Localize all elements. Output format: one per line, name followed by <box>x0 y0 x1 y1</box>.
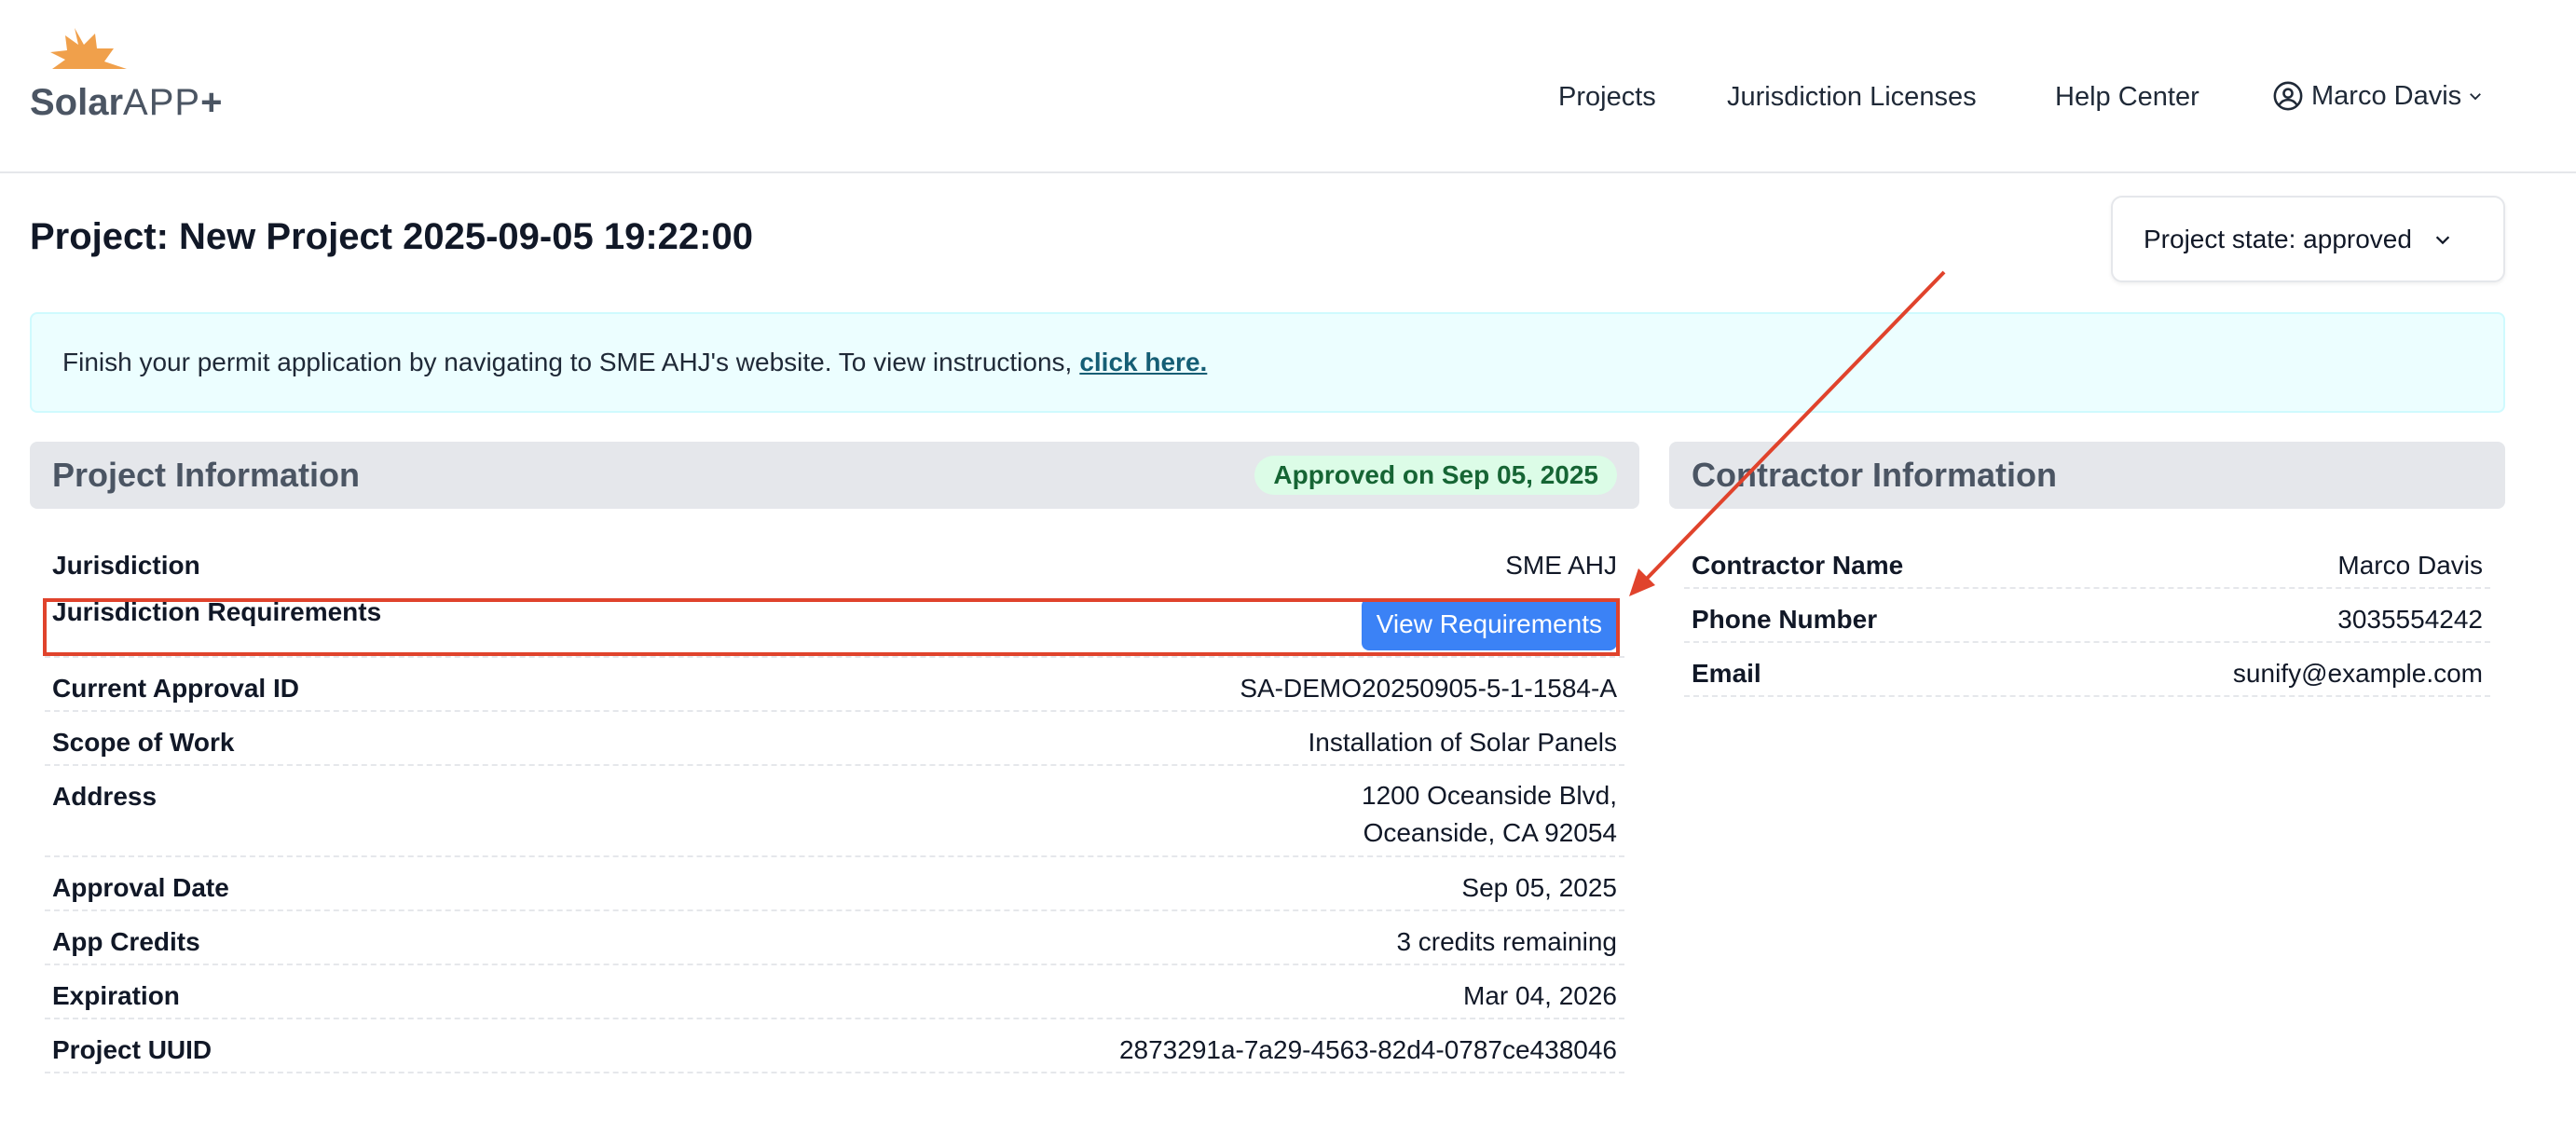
info-label: Jurisdiction Requirements <box>52 597 382 626</box>
logo-wordmark: SolarAPP+ <box>30 82 222 124</box>
logo-product: APP <box>123 82 201 123</box>
user-name: Marco Davis <box>2311 80 2462 111</box>
contractor-information-title: Contractor Information <box>1692 456 2057 494</box>
info-row-jurisdiction-requirements: Jurisdiction Requirements View Requireme… <box>45 589 1624 658</box>
info-row-approval-id: Current Approval ID SA-DEMO20250905-5-1-… <box>45 658 1624 712</box>
info-value: 3035554242 <box>2337 605 2483 634</box>
info-value: Installation of Solar Panels <box>1308 728 1617 757</box>
info-label: Jurisdiction <box>52 551 200 580</box>
nav-help-center-link[interactable]: Help Center <box>2055 82 2199 113</box>
info-value: sunify@example.com <box>2232 659 2483 688</box>
chevron-down-icon <box>2435 235 2450 244</box>
info-label: Approval Date <box>52 873 229 902</box>
info-row-jurisdiction: Jurisdiction SME AHJ <box>45 535 1624 589</box>
view-requirements-button[interactable]: View Requirements <box>1361 598 1617 650</box>
info-value: 1200 Oceanside Blvd, Oceanside, CA 92054 <box>1362 777 1617 852</box>
info-row-contractor-name: Contractor Name Marco Davis <box>1684 535 2490 589</box>
nav-projects-link[interactable]: Projects <box>1558 82 1656 113</box>
project-information-header: Project Information Approved on Sep 05, … <box>30 442 1639 509</box>
contractor-information-header: Contractor Information <box>1669 442 2505 509</box>
address-line-2: Oceanside, CA 92054 <box>1363 818 1617 847</box>
info-value: 3 credits remaining <box>1396 927 1617 956</box>
user-circle-icon <box>2273 81 2303 111</box>
nav-jurisdiction-licenses-link[interactable]: Jurisdiction Licenses <box>1727 82 1977 113</box>
solarapp-logo[interactable]: SolarAPP+ <box>28 28 224 130</box>
info-row-email: Email sunify@example.com <box>1684 643 2490 697</box>
info-row-approval-date: Approval Date Sep 05, 2025 <box>45 857 1624 911</box>
info-row-app-credits: App Credits 3 credits remaining <box>45 911 1624 965</box>
sun-logo-icon <box>50 28 127 69</box>
address-line-1: 1200 Oceanside Blvd, <box>1362 781 1617 810</box>
info-row-expiration: Expiration Mar 04, 2026 <box>45 965 1624 1019</box>
info-row-address: Address 1200 Oceanside Blvd, Oceanside, … <box>45 766 1624 857</box>
click-here-link[interactable]: click here. <box>1079 348 1207 377</box>
info-label: Contractor Name <box>1692 551 1904 580</box>
info-label: Address <box>52 782 158 811</box>
info-label: Scope of Work <box>52 728 235 757</box>
info-label: Email <box>1692 659 1761 688</box>
project-state-dropdown[interactable]: Project state: approved <box>2111 196 2505 282</box>
chevron-down-icon <box>2470 93 2482 101</box>
top-navbar: SolarAPP+ Projects Jurisdiction Licenses… <box>0 0 2576 173</box>
info-value: 2873291a-7a29-4563-82d4-0787ce438046 <box>1118 1035 1617 1064</box>
info-label: Expiration <box>52 981 180 1010</box>
info-label: Phone Number <box>1692 605 1878 634</box>
project-information-list: Jurisdiction SME AHJ Jurisdiction Requir… <box>45 535 1624 1073</box>
approved-status-badge: Approved on Sep 05, 2025 <box>1254 456 1617 495</box>
info-label: App Credits <box>52 927 200 956</box>
page-title: Project: New Project 2025-09-05 19:22:00 <box>30 216 753 257</box>
project-state-label: Project state: approved <box>2144 224 2412 253</box>
permit-instructions-banner: Finish your permit application by naviga… <box>30 312 2505 413</box>
info-label: Current Approval ID <box>52 674 299 703</box>
info-row-project-uuid: Project UUID 2873291a-7a29-4563-82d4-078… <box>45 1019 1624 1073</box>
info-row-phone-number: Phone Number 3035554242 <box>1684 589 2490 643</box>
info-value: Mar 04, 2026 <box>1463 981 1617 1010</box>
user-menu-button[interactable]: Marco Davis <box>2272 80 2491 112</box>
project-information-title: Project Information <box>52 456 361 494</box>
info-value: SA-DEMO20250905-5-1-1584-A <box>1240 674 1617 703</box>
info-value: Marco Davis <box>2337 551 2483 580</box>
logo-brand: Solar <box>30 82 124 123</box>
info-value: Sep 05, 2025 <box>1461 873 1617 902</box>
banner-text: Finish your permit application by naviga… <box>62 348 1073 376</box>
contractor-information-list: Contractor Name Marco Davis Phone Number… <box>1684 535 2490 697</box>
info-value: SME AHJ <box>1505 551 1617 580</box>
info-row-scope-of-work: Scope of Work Installation of Solar Pane… <box>45 712 1624 766</box>
info-label: Project UUID <box>52 1035 212 1064</box>
logo-plus: + <box>200 82 223 123</box>
